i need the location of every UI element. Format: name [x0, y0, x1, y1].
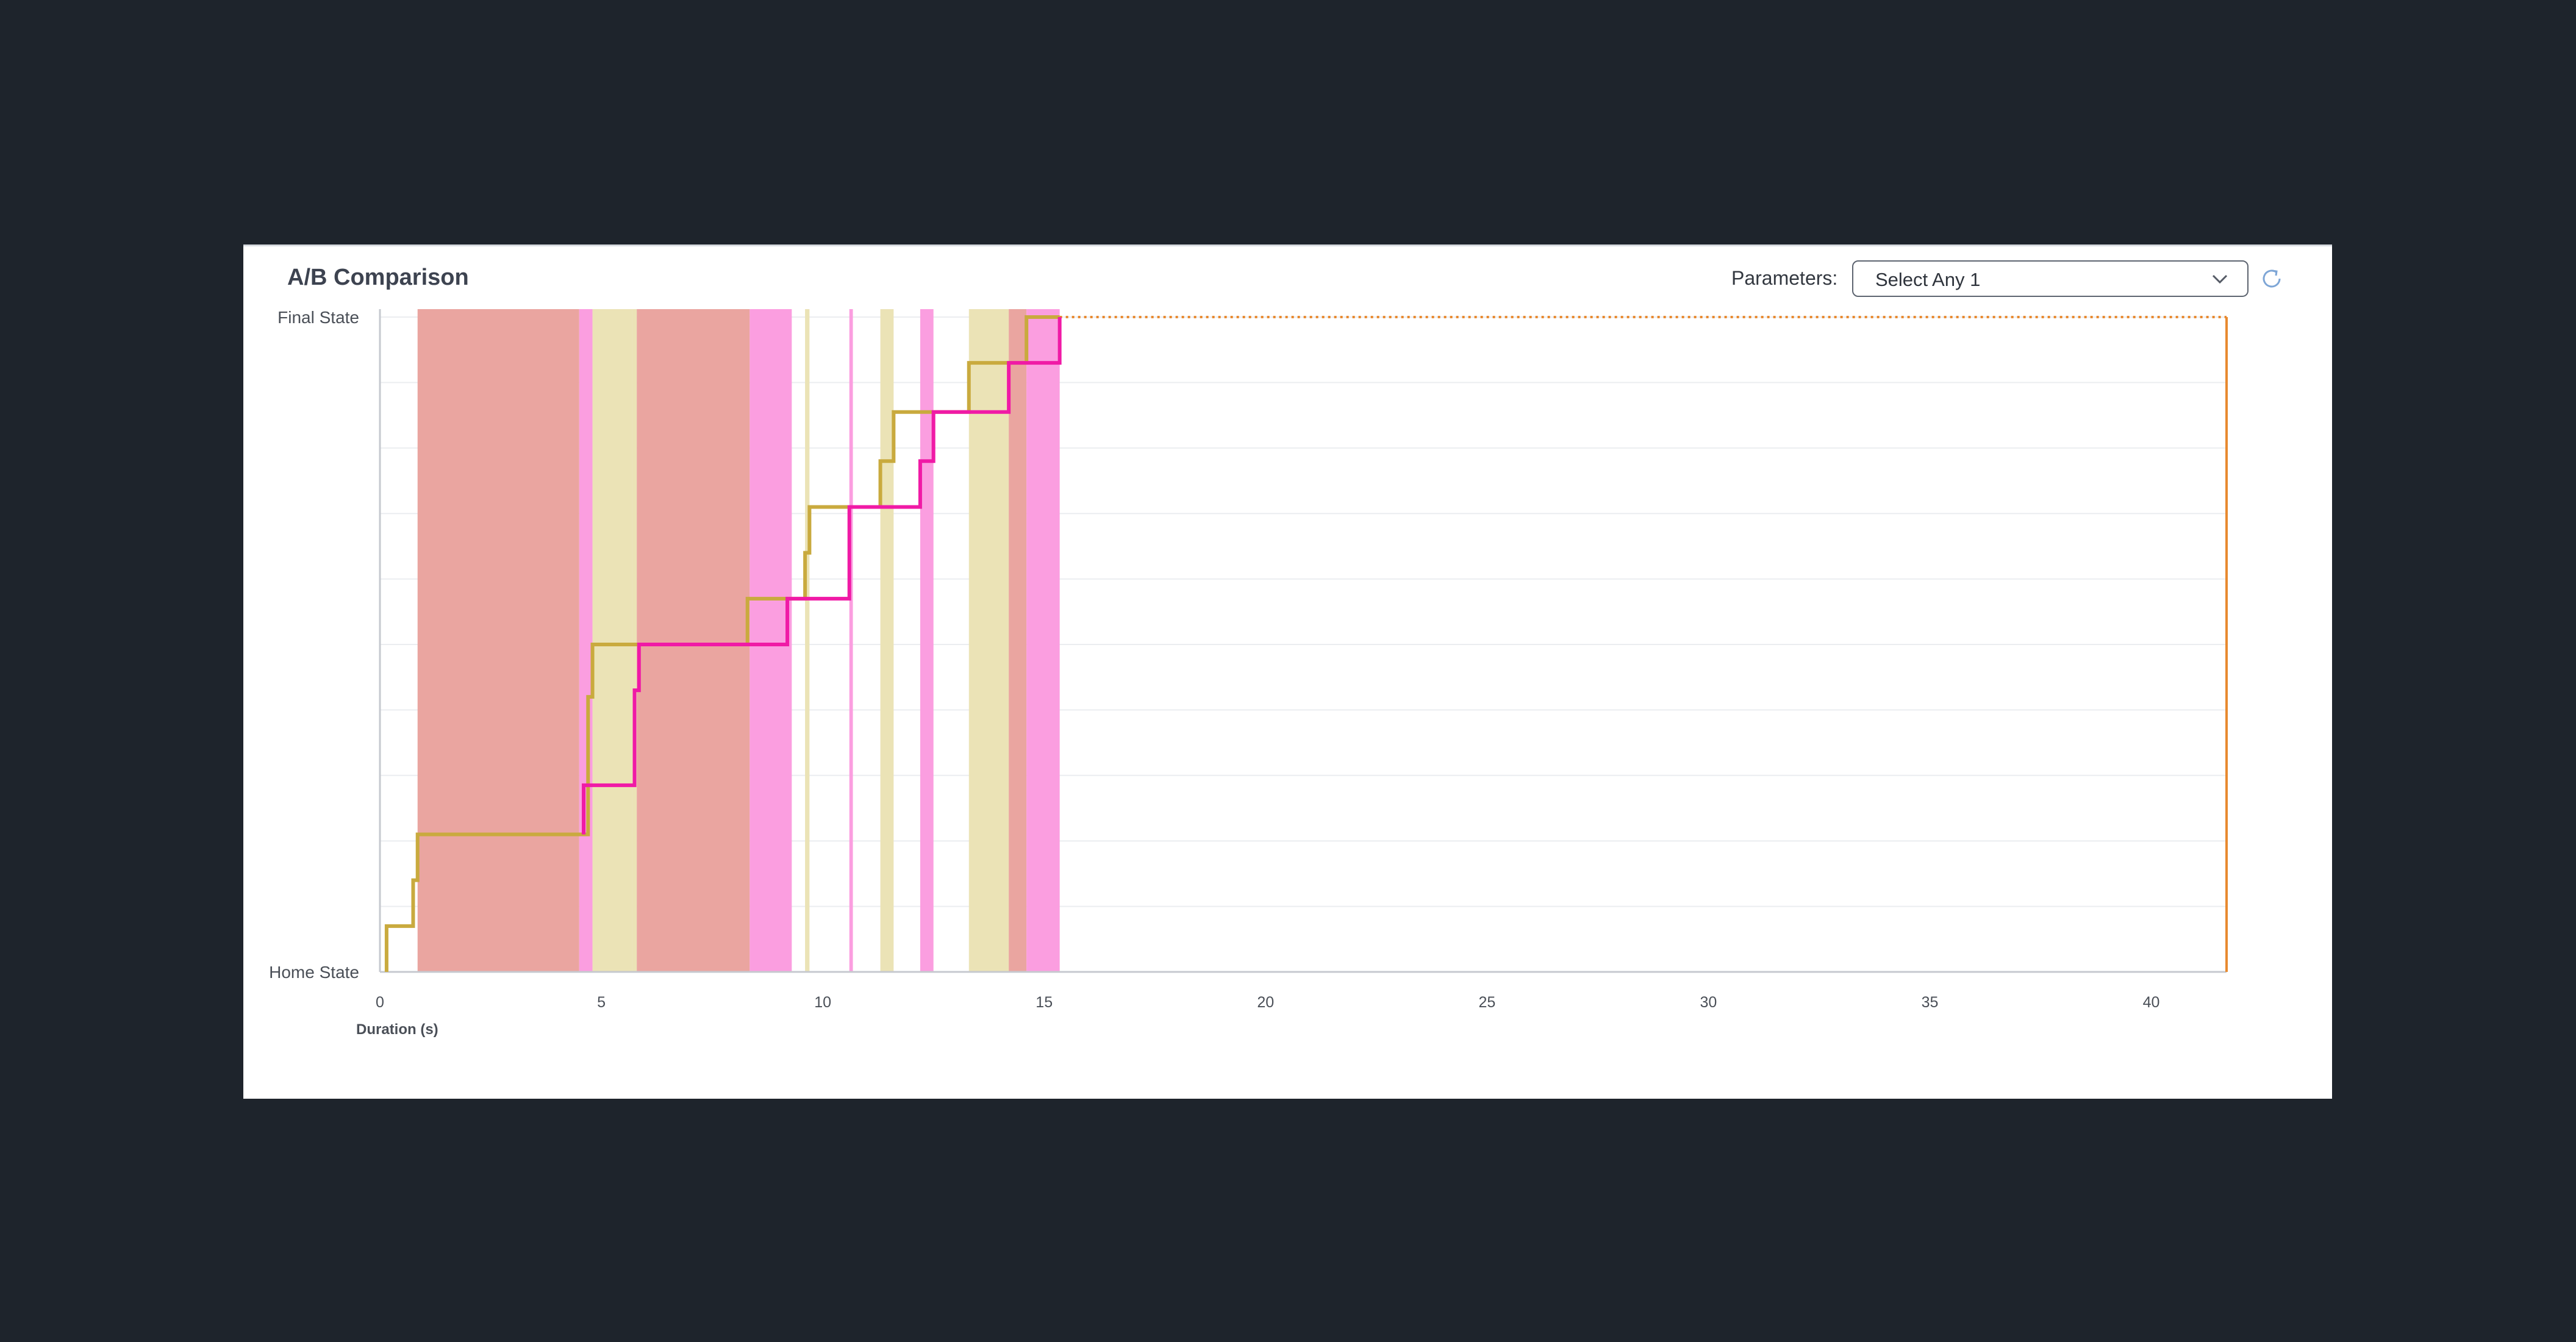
x-tick-label: 25 [1478, 994, 1495, 1011]
x-tick-label: 5 [597, 994, 606, 1011]
y-tick-label-final: Final State [277, 308, 359, 327]
x-tick-label: 30 [1700, 994, 1717, 1011]
x-axis-label: Duration (s) [356, 1021, 438, 1038]
band-b [750, 309, 792, 972]
x-tick-label: 15 [1036, 994, 1053, 1011]
band-b [920, 309, 934, 972]
band-b [1026, 309, 1060, 972]
x-tick-label: 10 [814, 994, 831, 1011]
ab-comparison-panel: A/B Comparison Parameters: Select Any 1 … [243, 244, 2332, 1099]
band-overlap [637, 309, 750, 972]
band-a [592, 309, 599, 972]
band-a [632, 309, 637, 972]
band-a [599, 309, 632, 972]
band-overlap [417, 309, 579, 972]
chart: 0 5 10 15 20 25 30 35 40 Home State Final State Dur… [269, 308, 2228, 1038]
band-b [579, 309, 593, 972]
x-tick-label: 40 [2143, 994, 2160, 1011]
y-tick-label-home: Home State [269, 963, 359, 982]
band-overlap [1009, 309, 1027, 972]
band-a [968, 309, 1009, 972]
x-tick-label: 35 [1922, 994, 1939, 1011]
band-a [880, 309, 894, 972]
x-tick-label: 20 [1257, 994, 1274, 1011]
band-b [849, 309, 853, 972]
band-a [805, 309, 810, 972]
x-tick-label: 0 [376, 994, 384, 1011]
